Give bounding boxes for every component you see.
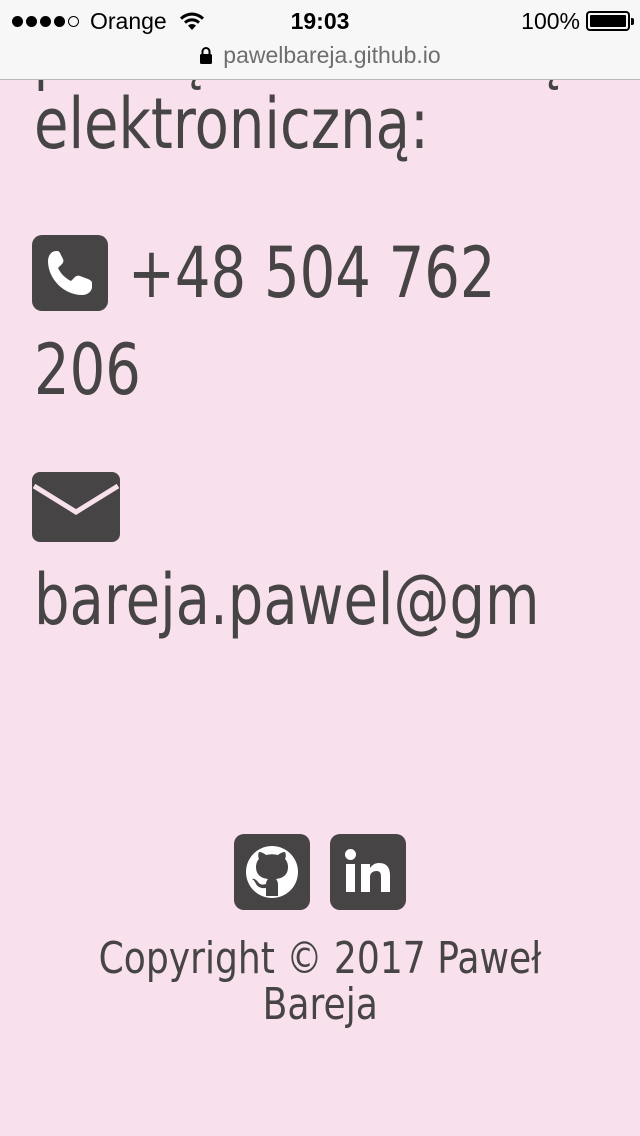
page-content: pocztą elektroniczną: elektroniczną: +48… [0,80,640,1136]
linkedin-icon[interactable] [330,834,406,910]
phone-number[interactable]: +48 504 762 [128,225,496,321]
copyright-line-2: Bareja [262,979,378,1030]
address-bar[interactable]: pawelbareja.github.io [0,40,640,70]
github-icon[interactable] [234,834,310,910]
copyright-text: Copyright © 2017 Paweł Bareja [0,936,640,1028]
battery-icon [586,11,634,31]
phone-number-continued[interactable]: 206 [34,322,141,418]
phone-icon [32,235,108,311]
battery-fill [590,15,626,27]
email-address[interactable]: bareja.pawel@gm [34,552,540,648]
contact-heading: elektroniczną: [34,83,429,165]
copyright-line-1: Copyright © 2017 Paweł [98,933,542,984]
envelope-icon [32,472,120,542]
battery-group: 100% [521,6,634,36]
lock-icon [200,47,213,64]
battery-percent: 100% [521,7,580,34]
status-bar: Orange 19:03 100% pawelbareja.github.io [0,0,640,80]
url-text: pawelbareja.github.io [223,41,441,68]
social-links [0,834,640,910]
